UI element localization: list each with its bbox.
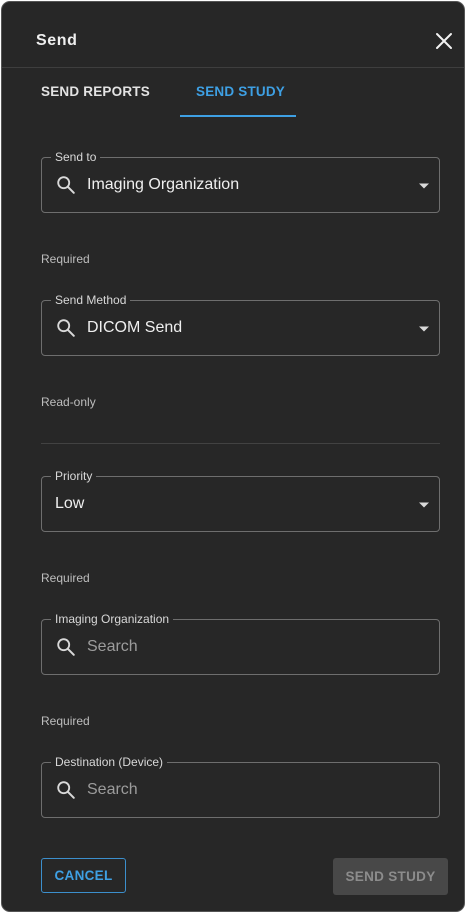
send-study-button[interactable]: SEND STUDY [333, 858, 448, 895]
priority-label: Priority [51, 468, 97, 484]
send-method-helper: Read-only [41, 395, 96, 409]
send-method-label: Send Method [51, 292, 131, 308]
send-method-field[interactable]: Send Method DICOM Send [41, 292, 440, 356]
tab-send-reports[interactable]: SEND REPORTS [41, 84, 150, 99]
imaging-organization-search-input[interactable]: Search [87, 638, 138, 656]
dropdown-arrow-icon [419, 502, 429, 508]
active-tab-indicator [180, 115, 296, 117]
priority-field[interactable]: Priority Low [41, 468, 440, 532]
dropdown-arrow-icon [419, 326, 429, 332]
priority-helper: Required [41, 571, 90, 585]
section-divider [41, 443, 440, 444]
imaging-organization-field[interactable]: Imaging Organization Search [41, 611, 440, 675]
search-icon [57, 638, 75, 656]
imaging-organization-helper: Required [41, 714, 90, 728]
dropdown-arrow-icon [419, 183, 429, 189]
destination-device-label: Destination (Device) [51, 754, 168, 770]
destination-device-search-input[interactable]: Search [87, 781, 138, 799]
send-dialog: Send SEND REPORTS SEND STUDY Send to Ima… [1, 1, 465, 912]
send-to-field[interactable]: Send to Imaging Organization [41, 149, 440, 213]
priority-value: Low [55, 495, 85, 512]
send-to-value: Imaging Organization [87, 176, 240, 193]
imaging-organization-label: Imaging Organization [51, 611, 174, 627]
send-method-value: DICOM Send [87, 319, 183, 336]
send-to-helper: Required [41, 252, 90, 266]
close-icon [436, 33, 452, 49]
close-button[interactable] [432, 29, 456, 53]
dialog-header: Send [2, 2, 464, 68]
search-icon [57, 176, 75, 194]
search-icon [57, 319, 75, 337]
send-to-label: Send to [51, 149, 101, 165]
tab-send-study[interactable]: SEND STUDY [196, 84, 285, 99]
dialog-title: Send [36, 32, 78, 49]
destination-device-field[interactable]: Destination (Device) Search [41, 754, 440, 818]
cancel-button[interactable]: CANCEL [41, 858, 126, 893]
search-icon [57, 781, 75, 799]
